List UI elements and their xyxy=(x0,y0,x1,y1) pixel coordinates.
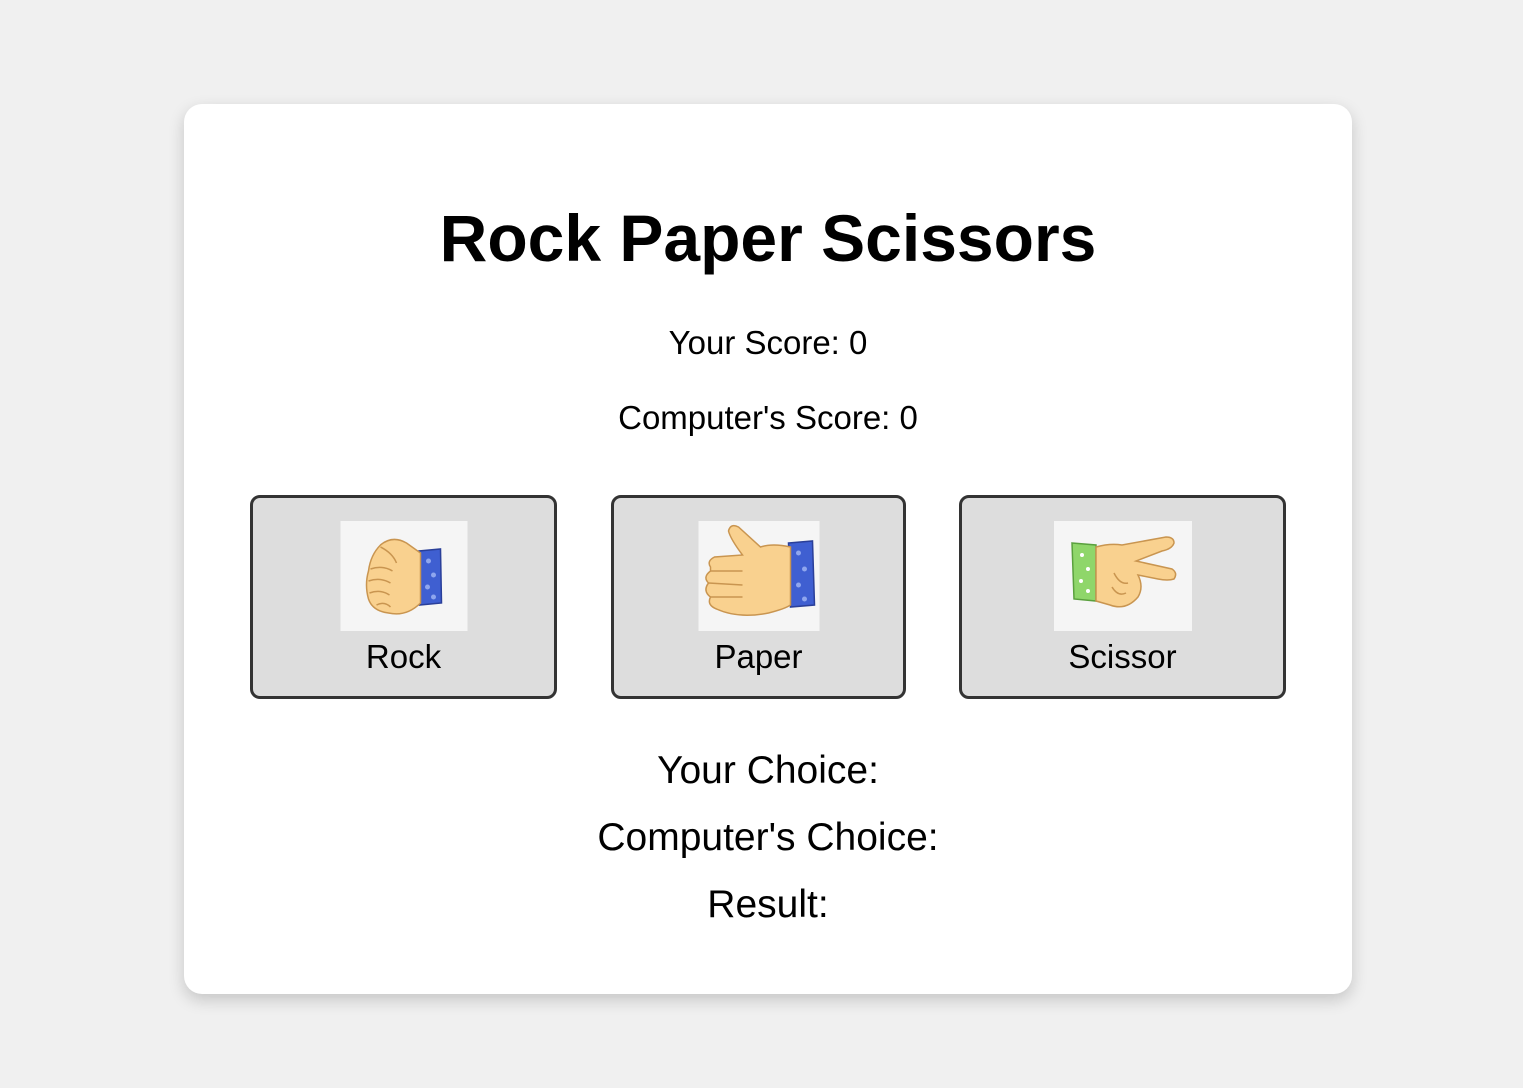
fist-hand-icon xyxy=(340,521,467,631)
open-hand-icon xyxy=(698,521,819,631)
result-text: Result: xyxy=(707,883,829,926)
your-choice-text: Your Choice: xyxy=(657,749,879,792)
game-card: Rock Paper Scissors Your Score: 0 Comput… xyxy=(184,104,1352,994)
rock-button[interactable]: Rock xyxy=(250,495,557,699)
rock-label: Rock xyxy=(365,638,442,675)
scissor-button[interactable]: Scissor xyxy=(959,495,1286,699)
game-title: Rock Paper Scissors xyxy=(439,201,1097,275)
scissor-label: Scissor xyxy=(1068,638,1177,675)
paper-button[interactable]: Paper xyxy=(611,495,906,699)
computer-score: Computer's Score: 0 xyxy=(618,399,918,436)
computer-choice-text: Computer's Choice: xyxy=(597,816,939,859)
paper-label: Paper xyxy=(714,638,803,675)
user-score: Your Score: 0 xyxy=(668,324,868,361)
victory-hand-icon xyxy=(1053,521,1192,631)
